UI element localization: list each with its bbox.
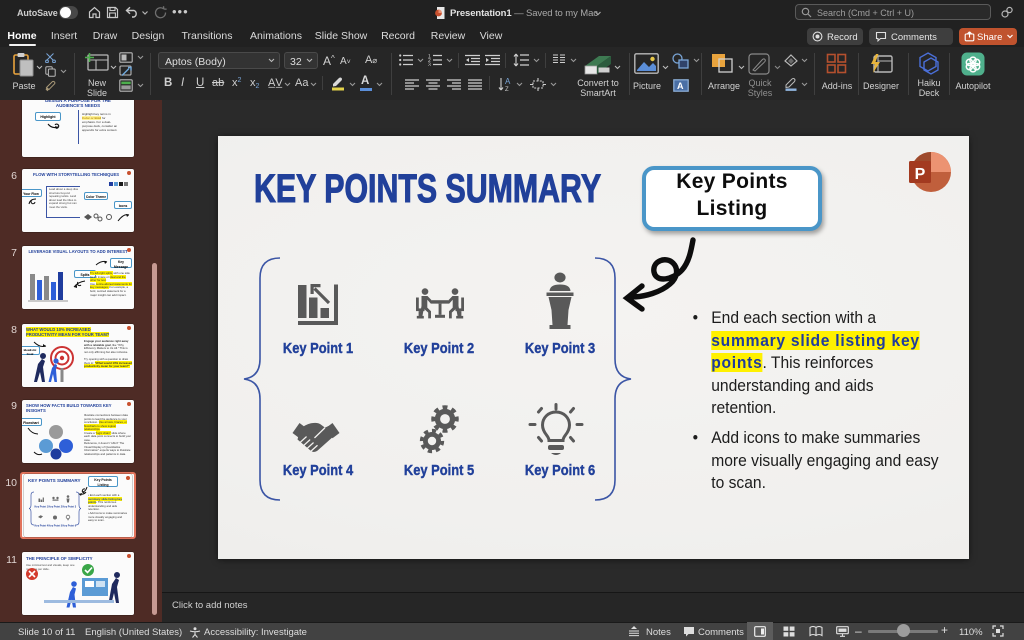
svg-text:A: A (505, 77, 511, 86)
svg-text:Z: Z (505, 87, 509, 91)
svg-text:A: A (677, 81, 684, 91)
svg-text:Key Point 5: Key Point 5 (49, 525, 63, 528)
svg-text:Key Point 2: Key Point 2 (49, 506, 63, 509)
svg-text:Key Point 4: Key Point 4 (35, 525, 49, 528)
svg-text:3: 3 (428, 63, 431, 67)
svg-text:Key Point 3: Key Point 3 (63, 506, 77, 509)
svg-text:P: P (915, 166, 926, 183)
svg-text:Key Point 1: Key Point 1 (35, 506, 49, 509)
svg-text:Key Point 6: Key Point 6 (63, 525, 77, 528)
